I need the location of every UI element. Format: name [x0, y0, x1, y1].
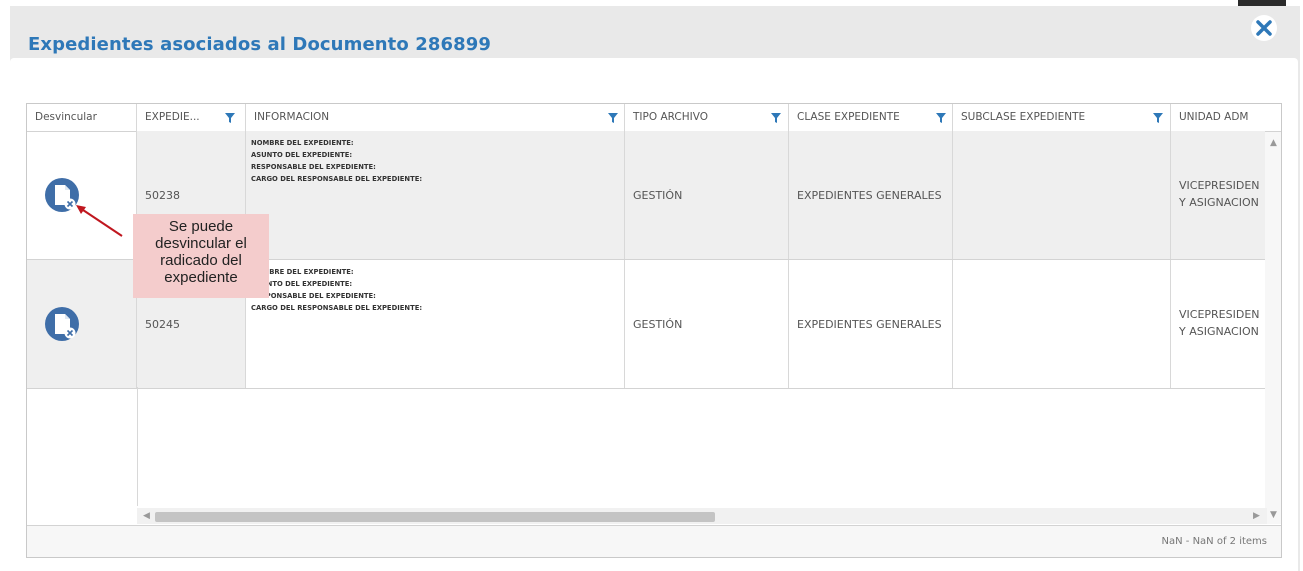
- unidad-cell: VICEPRESIDEN Y ASIGNACION: [1171, 131, 1265, 259]
- vertical-scrollbar[interactable]: ▲ ▼: [1265, 132, 1281, 524]
- tipo-archivo-cell: GESTIÓN: [625, 131, 789, 259]
- column-header-label: Desvincular: [35, 111, 97, 123]
- scroll-left-icon[interactable]: ◀: [143, 511, 150, 521]
- tipo-archivo-value: GESTIÓN: [633, 318, 683, 331]
- horizontal-scrollbar[interactable]: ◀ ▶: [137, 508, 1267, 524]
- dialog-title: Expedientes asociados al Documento 28689…: [28, 34, 491, 55]
- column-divider: [137, 387, 138, 506]
- close-icon: [1251, 15, 1277, 41]
- unlink-document-icon: [45, 307, 79, 341]
- top-edge-tab: [1238, 0, 1286, 6]
- filter-icon[interactable]: [608, 113, 618, 123]
- unidad-value: VICEPRESIDEN Y ASIGNACION: [1179, 308, 1260, 338]
- column-header-subclase-expediente[interactable]: SUBCLASE EXPEDIENTE: [953, 104, 1171, 131]
- subclase-cell: [953, 260, 1171, 388]
- scroll-down-icon[interactable]: ▼: [1270, 510, 1277, 520]
- tipo-archivo-cell: GESTIÓN: [625, 260, 789, 388]
- expedientes-grid: Desvincular EXPEDIE... INFORMACION TIPO …: [26, 103, 1282, 558]
- subclase-cell: [953, 131, 1171, 259]
- column-header-informacion[interactable]: INFORMACION: [246, 104, 625, 131]
- filter-icon[interactable]: [225, 113, 235, 123]
- column-header-label: INFORMACION: [254, 111, 330, 123]
- clase-cell: EXPEDIENTES GENERALES: [789, 131, 953, 259]
- info-label-responsable: RESPONSABLE DEL EXPEDIENTE:: [251, 292, 376, 300]
- filter-icon[interactable]: [771, 113, 781, 123]
- column-header-unidad-adm[interactable]: UNIDAD ADM: [1171, 104, 1265, 131]
- annotation-arrow: [76, 205, 123, 237]
- clase-cell: EXPEDIENTES GENERALES: [789, 260, 953, 388]
- filter-icon[interactable]: [1153, 113, 1163, 123]
- close-button[interactable]: [1249, 13, 1279, 43]
- info-label-cargo: CARGO DEL RESPONSABLE DEL EXPEDIENTE:: [251, 304, 423, 312]
- info-label-asunto: ASUNTO DEL EXPEDIENTE:: [251, 280, 353, 288]
- unlink-button[interactable]: [42, 306, 82, 342]
- info-label-responsable: RESPONSABLE DEL EXPEDIENTE:: [251, 163, 376, 171]
- scroll-thumb[interactable]: [155, 512, 715, 522]
- scroll-up-icon[interactable]: ▲: [1270, 138, 1277, 148]
- info-label-nombre: NOMBRE DEL EXPEDIENTE:: [251, 139, 354, 147]
- column-header-label: UNIDAD ADM: [1179, 111, 1249, 123]
- column-header-desvincular[interactable]: Desvincular: [27, 104, 137, 131]
- unlink-cell: [27, 260, 137, 388]
- info-label-nombre: NOMBRE DEL EXPEDIENTE:: [251, 268, 354, 276]
- column-header-label: EXPEDIE...: [145, 111, 200, 123]
- column-header-clase-expediente[interactable]: CLASE EXPEDIENTE: [789, 104, 953, 131]
- clase-value: EXPEDIENTES GENERALES: [797, 318, 942, 331]
- unidad-value: VICEPRESIDEN Y ASIGNACION: [1179, 179, 1260, 209]
- column-header-label: CLASE EXPEDIENTE: [797, 111, 900, 123]
- annotation-callout: Se puede desvincular el radicado del exp…: [133, 214, 269, 298]
- column-header-tipo-archivo[interactable]: TIPO ARCHIVO: [625, 104, 789, 131]
- column-header-expediente[interactable]: EXPEDIE...: [137, 104, 246, 131]
- expediente-number: 50245: [145, 318, 180, 331]
- column-header-label: SUBCLASE EXPEDIENTE: [961, 111, 1086, 123]
- info-label-cargo: CARGO DEL RESPONSABLE DEL EXPEDIENTE:: [251, 175, 423, 183]
- informacion-cell: NOMBRE DEL EXPEDIENTE: ASUNTO DEL EXPEDI…: [246, 131, 625, 259]
- unidad-cell: VICEPRESIDEN Y ASIGNACION: [1171, 260, 1265, 388]
- informacion-cell: NOMBRE DEL EXPEDIENTE: ASUNTO DEL EXPEDI…: [246, 260, 625, 388]
- scroll-right-icon[interactable]: ▶: [1253, 511, 1260, 521]
- info-label-asunto: ASUNTO DEL EXPEDIENTE:: [251, 151, 353, 159]
- grid-footer: NaN - NaN of 2 items: [27, 525, 1281, 557]
- tipo-archivo-value: GESTIÓN: [633, 189, 683, 202]
- pager-info: NaN - NaN of 2 items: [1161, 536, 1267, 547]
- column-header-label: TIPO ARCHIVO: [633, 111, 708, 123]
- grid-header: Desvincular EXPEDIE... INFORMACION TIPO …: [27, 104, 1281, 132]
- expediente-number: 50238: [145, 189, 180, 202]
- filter-icon[interactable]: [936, 113, 946, 123]
- clase-value: EXPEDIENTES GENERALES: [797, 189, 942, 202]
